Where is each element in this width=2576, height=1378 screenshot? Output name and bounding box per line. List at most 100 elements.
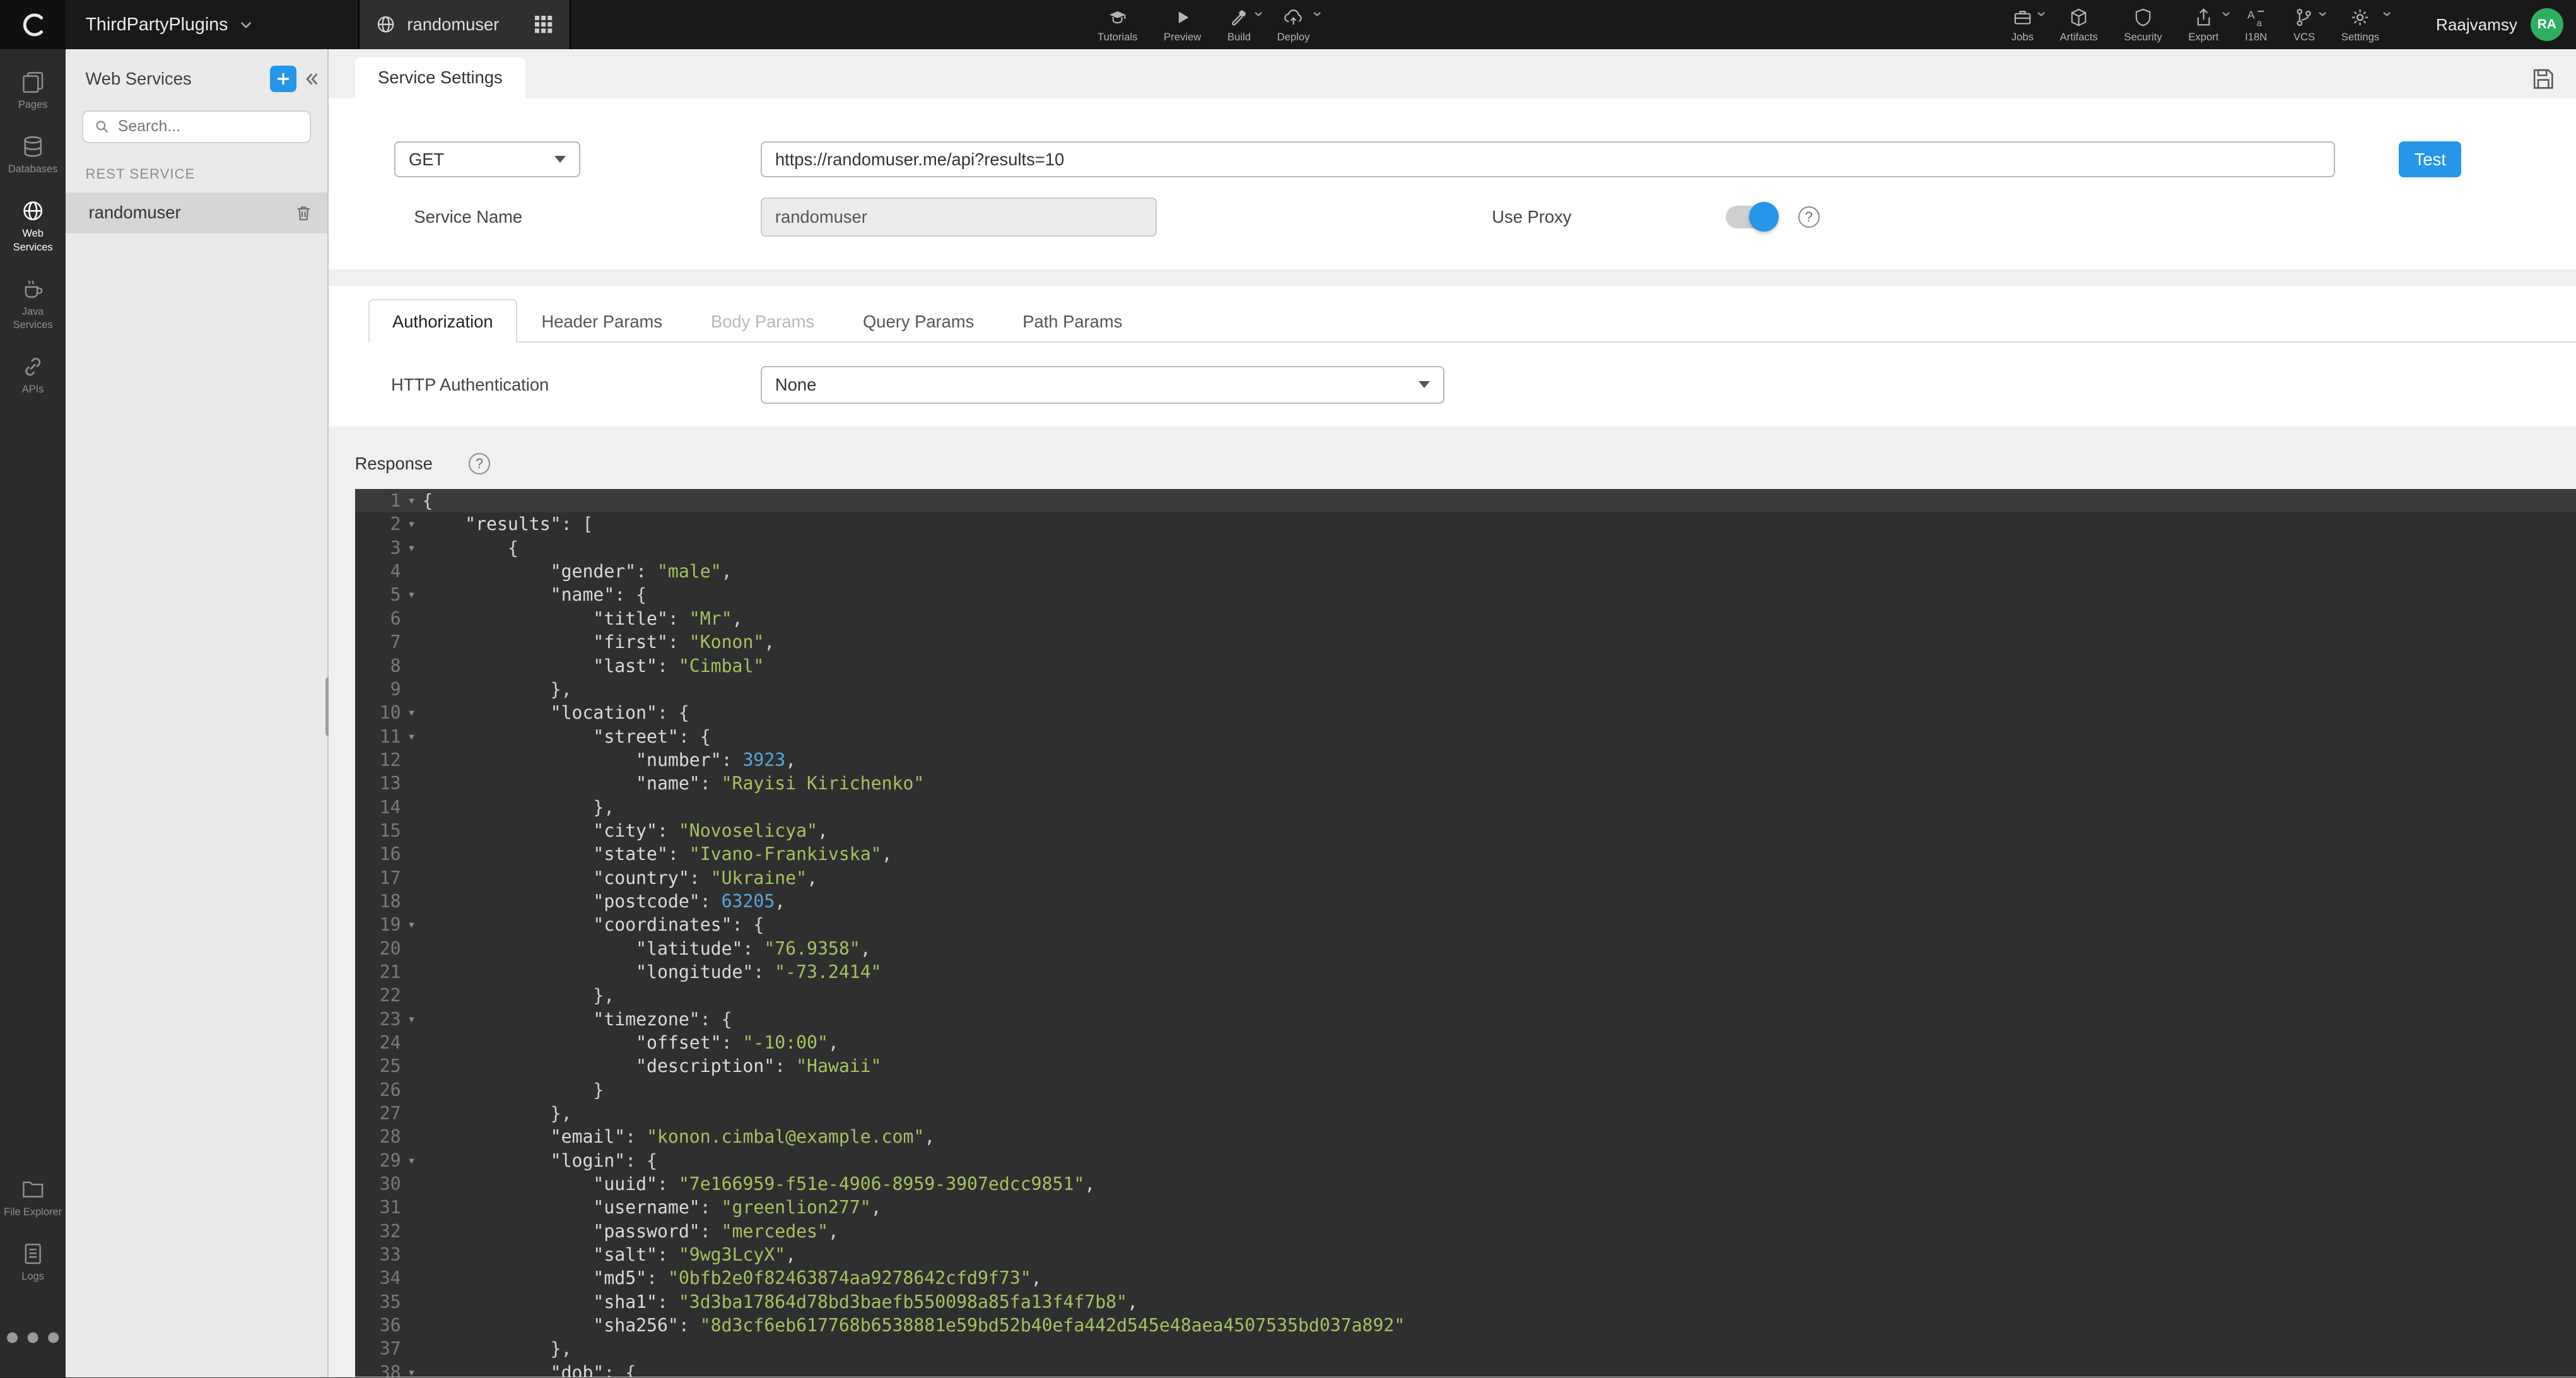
topbar-action-artifacts[interactable]: Artifacts: [2047, 0, 2111, 49]
code-line: 31 "username": "greenlion277",: [355, 1196, 2576, 1219]
sidebar-item-pages[interactable]: Pages: [0, 59, 66, 124]
project-selector[interactable]: ThirdPartyPlugins: [85, 15, 254, 35]
code-text: "description": "Hawaii": [422, 1054, 881, 1078]
line-number: 14: [355, 796, 401, 819]
sidebar-item-file-explorer[interactable]: File Explorer: [0, 1167, 66, 1231]
tab-service-settings[interactable]: Service Settings: [355, 57, 526, 98]
code-line: 19▾ "coordinates": {: [355, 913, 2576, 936]
fold-toggle-icon[interactable]: ▾: [401, 1361, 423, 1377]
user-menu[interactable]: Raajvamsy RA: [2436, 0, 2563, 49]
fold-toggle-icon[interactable]: ▾: [401, 725, 423, 748]
globe-icon: [376, 15, 395, 34]
code-text: },: [422, 678, 571, 701]
topbar-action-build[interactable]: Build: [1214, 0, 1264, 49]
fold-spacer: [401, 960, 423, 984]
response-help-icon[interactable]: [469, 453, 490, 474]
code-line: 33 "salt": "9wg3LcyX",: [355, 1243, 2576, 1266]
line-number: 3: [355, 536, 401, 560]
svg-text:a: a: [2257, 18, 2263, 27]
search-input[interactable]: [118, 118, 298, 136]
tab-header-params[interactable]: Header Params: [517, 299, 686, 343]
code-line: 36 "sha256": "8d3cf6eb617768b6538881e59b…: [355, 1314, 2576, 1337]
fold-toggle-icon[interactable]: ▾: [401, 489, 423, 512]
service-settings-form: GET Test Service Name Use Proxy: [329, 98, 2576, 269]
search-icon: [95, 119, 109, 134]
fold-spacer: [401, 984, 423, 1007]
caret-down-icon: [2035, 8, 2047, 20]
line-number: 33: [355, 1243, 401, 1266]
topbar-action-vcs[interactable]: VCS: [2280, 0, 2328, 49]
topbar-action-label: Build: [1227, 31, 1251, 44]
build-icon: [1229, 8, 1249, 27]
topbar-action-settings[interactable]: Settings: [2328, 0, 2392, 49]
open-tab-randomuser[interactable]: randomuser: [358, 0, 571, 49]
line-number: 11: [355, 725, 401, 748]
topbar-action-security[interactable]: Security: [2111, 0, 2175, 49]
fold-toggle-icon[interactable]: ▾: [401, 1149, 423, 1172]
code-line: 3▾ {: [355, 536, 2576, 560]
sidebar-item-web-services[interactable]: Web Services: [0, 188, 66, 266]
http-authentication-select[interactable]: None: [761, 366, 1444, 404]
sidebar-item-java-services[interactable]: Java Services: [0, 266, 66, 343]
use-proxy-help-icon[interactable]: [1798, 206, 1820, 228]
topbar-action-i18n[interactable]: Aa I18N: [2232, 0, 2280, 49]
fold-spacer: [401, 1220, 423, 1243]
code-line: 28 "email": "konon.cimbal@example.com",: [355, 1125, 2576, 1148]
test-button[interactable]: Test: [2399, 141, 2461, 177]
code-line: 24 "offset": "-10:00",: [355, 1031, 2576, 1054]
topbar-action-preview[interactable]: Preview: [1150, 0, 1214, 49]
fold-spacer: [401, 1172, 423, 1196]
code-text: "state": "Ivano-Frankivska",: [422, 842, 892, 866]
code-line: 2▾ "results": [: [355, 512, 2576, 536]
service-list-item-randomuser[interactable]: randomuser: [66, 192, 327, 233]
topbar-action-jobs[interactable]: Jobs: [1998, 0, 2047, 49]
code-text: "postcode": 63205,: [422, 890, 785, 913]
fold-toggle-icon[interactable]: ▾: [401, 583, 423, 606]
collapse-panel-button[interactable]: [303, 70, 321, 88]
sidebar-item-databases[interactable]: Databases: [0, 124, 66, 188]
fold-toggle-icon[interactable]: ▾: [401, 913, 423, 936]
fold-spacer: [401, 842, 423, 866]
line-number: 15: [355, 819, 401, 842]
grid-apps-icon[interactable]: [534, 15, 553, 34]
tab-authorization[interactable]: Authorization: [368, 299, 518, 343]
add-service-button[interactable]: [270, 66, 296, 92]
fold-toggle-icon[interactable]: ▾: [401, 701, 423, 724]
code-line: 8 "last": "Cimbal": [355, 654, 2576, 678]
fold-toggle-icon[interactable]: ▾: [401, 512, 423, 536]
tab-query-params[interactable]: Query Params: [839, 299, 998, 343]
topbar-action-tutorials[interactable]: Tutorials: [1084, 0, 1150, 49]
http-method-select[interactable]: GET: [394, 141, 580, 177]
code-line: 37 },: [355, 1337, 2576, 1360]
avatar[interactable]: RA: [2531, 8, 2563, 41]
fold-spacer: [401, 796, 423, 819]
sidebar-more-button[interactable]: [0, 1295, 66, 1377]
fold-toggle-icon[interactable]: ▾: [401, 1008, 423, 1031]
app-logo[interactable]: [0, 0, 66, 49]
topbar-action-label: Jobs: [2011, 31, 2034, 44]
vcs-branch-icon: [2294, 8, 2314, 27]
fold-toggle-icon[interactable]: ▾: [401, 536, 423, 560]
delete-service-icon[interactable]: [295, 204, 313, 222]
use-proxy-toggle[interactable]: [1726, 206, 1775, 228]
service-url-input[interactable]: [761, 141, 2335, 177]
code-text: "salt": "9wg3LcyX",: [422, 1243, 796, 1266]
response-editor[interactable]: 1▾{2▾ "results": [3▾ {4 "gender": "male"…: [355, 489, 2576, 1377]
service-name-input[interactable]: [761, 197, 1157, 237]
code-line: 4 "gender": "male",: [355, 560, 2576, 583]
line-number: 27: [355, 1102, 401, 1125]
line-number: 5: [355, 583, 401, 606]
topbar-action-export[interactable]: Export: [2175, 0, 2232, 49]
tab-path-params[interactable]: Path Params: [998, 299, 1147, 343]
service-search: [82, 110, 311, 143]
logs-document-icon: [21, 1242, 44, 1265]
sidebar-item-logs[interactable]: Logs: [0, 1231, 66, 1295]
select-caret-icon: [1419, 381, 1430, 388]
line-number: 19: [355, 913, 401, 936]
code-line: 14 },: [355, 796, 2576, 819]
save-icon[interactable]: [2532, 68, 2555, 90]
web-services-panel: Web Services REST SERVICE randomuser: [66, 49, 329, 1377]
sidebar-item-apis[interactable]: APIs: [0, 344, 66, 408]
line-number: 21: [355, 960, 401, 984]
topbar-action-deploy[interactable]: Deploy: [1264, 0, 1323, 49]
